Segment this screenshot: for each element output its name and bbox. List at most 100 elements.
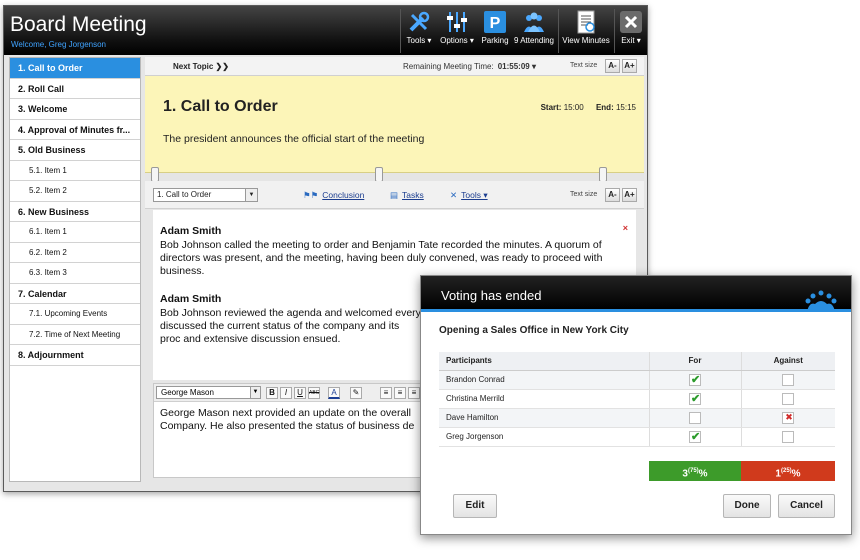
highlight-button[interactable]: ✎ xyxy=(350,387,362,399)
underline-button[interactable]: U xyxy=(294,387,306,399)
text-size-label: Text size xyxy=(570,62,598,69)
vote-question: Opening a Sales Office in New York City xyxy=(439,325,629,336)
agenda-item[interactable]: 7. Calendar xyxy=(10,284,140,304)
vote-table: Participants For Against Brandon Conrad … xyxy=(439,352,835,447)
text-size-increase-button[interactable]: A+ xyxy=(622,59,637,73)
italic-button[interactable]: I xyxy=(280,387,292,399)
participants-header: Participants xyxy=(439,352,649,371)
resize-handle[interactable] xyxy=(375,167,383,182)
tools-icon: ✕ xyxy=(450,190,458,200)
for-checkbox[interactable] xyxy=(689,411,701,424)
cancel-button[interactable]: Cancel xyxy=(778,494,835,518)
editor-text[interactable]: George Mason next provided an update on … xyxy=(154,402,414,438)
agenda-item[interactable]: 8. Adjournment xyxy=(10,345,140,366)
delete-entry-icon[interactable]: × xyxy=(623,222,628,235)
agenda-subitem[interactable]: 5.2. Item 2 xyxy=(10,181,140,202)
for-checkbox[interactable] xyxy=(689,392,701,405)
panel-splitter[interactable] xyxy=(145,167,644,182)
bold-button[interactable]: B xyxy=(266,387,278,399)
sliders-icon xyxy=(447,12,467,32)
agenda-subitem[interactable]: 6.1. Item 1 xyxy=(10,222,140,243)
editor-text-line: Company. He also presented the status of… xyxy=(160,420,414,432)
topic-title: 1. Call to Order xyxy=(163,98,278,115)
participant-name: Brandon Conrad xyxy=(439,370,649,390)
tools-label: Tools ▾ xyxy=(406,36,432,45)
exit-label: Exit ▾ xyxy=(621,36,641,45)
tools-button[interactable]: Tools ▾ xyxy=(402,10,436,54)
remaining-time[interactable]: Remaining Meeting Time: 01:55:09 ▾ xyxy=(403,62,536,71)
resize-handle[interactable] xyxy=(599,167,607,182)
tasks-link[interactable]: ▤ Tasks xyxy=(390,190,424,201)
against-checkbox[interactable] xyxy=(782,411,795,424)
for-checkbox[interactable] xyxy=(689,430,701,443)
agenda-item[interactable]: 2. Roll Call xyxy=(10,79,140,99)
options-button[interactable]: Options ▾ xyxy=(437,10,477,54)
exit-button[interactable]: Exit ▾ xyxy=(617,10,645,54)
entry-text[interactable]: Bob Johnson called the meeting to order … xyxy=(160,239,615,278)
agenda-subitem[interactable]: 5.1. Item 1 xyxy=(10,161,140,181)
topic-panel: 1. Call to Order Start: 15:00 End: 15:15… xyxy=(145,76,644,173)
conclusion-link[interactable]: ⚑⚑ Conclusion xyxy=(303,190,364,201)
speaker-select[interactable]: George Mason ▼ xyxy=(156,386,261,399)
view-minutes-button[interactable]: View Minutes xyxy=(561,10,611,54)
welcome-text: Welcome, Greg Jorgenson xyxy=(11,40,107,49)
agenda-item[interactable]: 3. Welcome xyxy=(10,99,140,120)
agenda-item[interactable]: 1. Call to Order xyxy=(10,58,140,79)
text-color-button[interactable]: A xyxy=(328,387,340,399)
table-header-row: Participants For Against xyxy=(439,352,835,371)
against-header: Against xyxy=(740,352,835,371)
align-right-icon[interactable]: ≡ xyxy=(408,387,420,399)
attending-button[interactable]: 9 Attending xyxy=(513,10,555,54)
table-row: Brandon Conrad xyxy=(439,370,835,390)
next-topic-button[interactable]: Next Topic ❯❯ xyxy=(173,62,229,71)
attending-label: 9 Attending xyxy=(513,36,555,45)
people-icon xyxy=(524,12,544,32)
align-left-icon[interactable]: ≡ xyxy=(380,387,392,399)
agenda-subitem[interactable]: 7.1. Upcoming Events xyxy=(10,304,140,325)
crown-logo-icon xyxy=(805,290,837,312)
chevron-down-icon: ▼ xyxy=(245,189,257,201)
resize-handle[interactable] xyxy=(151,167,159,182)
tools-link-label: Tools ▾ xyxy=(461,190,488,200)
agenda-sidebar: 1. Call to Order 2. Roll Call 3. Welcome… xyxy=(9,57,141,482)
view-minutes-label: View Minutes xyxy=(562,36,610,45)
editor-text-line: George Mason next provided an update on … xyxy=(160,407,414,419)
done-button[interactable]: Done xyxy=(723,494,771,518)
entry-text[interactable]: Bob Johnson reviewed the agenda and welc… xyxy=(160,307,422,346)
dialog-title: Voting has ended xyxy=(441,288,542,303)
agenda-subitem[interactable]: 6.3. Item 3 xyxy=(10,263,140,284)
for-percent-sign: % xyxy=(698,468,708,480)
for-result-bar: 3(75)% xyxy=(649,461,741,481)
agenda-item[interactable]: 6. New Business xyxy=(10,202,140,222)
topic-select[interactable]: 1. Call to Order ▼ xyxy=(153,188,258,202)
for-checkbox[interactable] xyxy=(689,373,701,386)
text-size-decrease-button[interactable]: A- xyxy=(605,188,620,202)
speaker-select-value: George Mason xyxy=(161,388,214,397)
agenda-subitem[interactable]: 6.2. Item 2 xyxy=(10,243,140,263)
dialog-header: Voting has ended xyxy=(421,276,851,312)
agenda-item[interactable]: 4. Approval of Minutes fr... xyxy=(10,120,140,140)
align-center-icon[interactable]: ≡ xyxy=(394,387,406,399)
agenda-item[interactable]: 5. Old Business xyxy=(10,140,140,161)
end-label: End: xyxy=(595,103,614,112)
top-bar: Board Meeting Welcome, Greg Jorgenson To… xyxy=(4,6,647,55)
table-row: Greg Jorgenson xyxy=(439,427,835,447)
edit-button[interactable]: Edit xyxy=(453,494,497,518)
participant-name: Christina Merrild xyxy=(439,389,649,409)
app-title: Board Meeting xyxy=(10,13,147,36)
tools-icon xyxy=(409,11,430,32)
tools-link[interactable]: ✕ Tools ▾ xyxy=(450,190,488,201)
against-checkbox[interactable] xyxy=(782,392,795,405)
against-checkbox[interactable] xyxy=(782,373,795,386)
agenda-subitem[interactable]: 7.2. Time of Next Meeting xyxy=(10,325,140,345)
parking-icon: P xyxy=(484,11,506,33)
text-size-decrease-button[interactable]: A- xyxy=(605,59,620,73)
against-checkbox[interactable] xyxy=(782,430,795,443)
parking-button[interactable]: P Parking xyxy=(479,10,511,54)
svg-text:P: P xyxy=(490,15,501,32)
text-size-increase-button[interactable]: A+ xyxy=(622,188,637,202)
voting-dialog: Voting has ended Opening a Sales Office … xyxy=(420,275,852,535)
against-result-bar: 1(25)% xyxy=(741,461,835,481)
tasks-icon: ▤ xyxy=(390,190,399,200)
strikethrough-button[interactable]: ABC xyxy=(308,387,320,399)
